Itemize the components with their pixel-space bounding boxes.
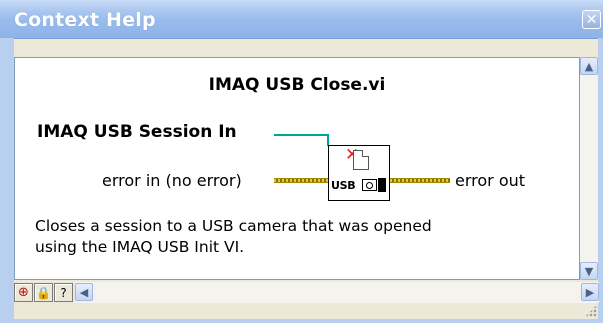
detailed-help-button[interactable]: ? (54, 283, 73, 302)
scroll-right-button[interactable]: ▶ (581, 283, 599, 301)
window-frame-left (0, 38, 14, 323)
question-mark-icon: ? (60, 285, 67, 300)
session-in-terminal-label: IMAQ USB Session In (37, 122, 237, 142)
window-title: Context Help (14, 9, 156, 31)
window-frame-bottom (0, 319, 603, 323)
vi-connector-icon: ✕ USB (328, 145, 390, 201)
error-in-terminal-label: error in (no error) (102, 171, 242, 190)
lock-button[interactable]: 🔒 (34, 283, 53, 302)
horizontal-scrollbar[interactable]: ◀ ▶ (75, 282, 599, 303)
description-line: Closes a session to a USB camera that wa… (35, 217, 432, 235)
scroll-left-button[interactable]: ◀ (75, 283, 93, 301)
lock-icon: 🔒 (36, 285, 51, 300)
resize-grip-icon[interactable] (585, 305, 597, 317)
description-line: using the IMAQ USB Init VI. (35, 238, 245, 256)
help-toolbar: ⊕ 🔒 ? ◀ ▶ (14, 282, 599, 304)
show-block-diagram-button[interactable]: ⊕ (14, 283, 33, 302)
chevron-up-icon: ▲ (584, 59, 594, 73)
error-out-wire (390, 178, 450, 183)
camera-lens-bar-icon (378, 178, 386, 192)
vertical-scrollbar[interactable]: ▲ ▼ (580, 57, 598, 280)
chevron-right-icon: ▶ (585, 285, 595, 299)
session-in-wire (274, 134, 329, 136)
close-button[interactable]: ✕ (582, 10, 601, 29)
vi-name-heading: IMAQ USB Close.vi (208, 75, 386, 95)
window-frame-right (598, 38, 603, 323)
error-in-wire (274, 178, 328, 183)
scroll-down-button[interactable]: ▼ (580, 262, 598, 280)
chevron-down-icon: ▼ (584, 264, 594, 278)
help-content-pane: IMAQ USB Close.vi IMAQ USB Session In er… (14, 57, 580, 280)
document-icon (353, 150, 369, 170)
chevron-left-icon: ◀ (79, 285, 89, 299)
context-help-window: Context Help ✕ IMAQ USB Close.vi IMAQ US… (0, 0, 603, 323)
vi-description: Closes a session to a USB camera that wa… (35, 216, 535, 258)
usb-icon-label: USB (331, 179, 356, 192)
block-diagram-icon: ⊕ (18, 285, 29, 300)
close-icon: ✕ (585, 11, 598, 28)
error-out-terminal-label: error out (455, 171, 526, 190)
scroll-up-button[interactable]: ▲ (580, 57, 598, 75)
title-bar[interactable]: Context Help ✕ (0, 0, 603, 39)
camera-icon (362, 179, 377, 191)
